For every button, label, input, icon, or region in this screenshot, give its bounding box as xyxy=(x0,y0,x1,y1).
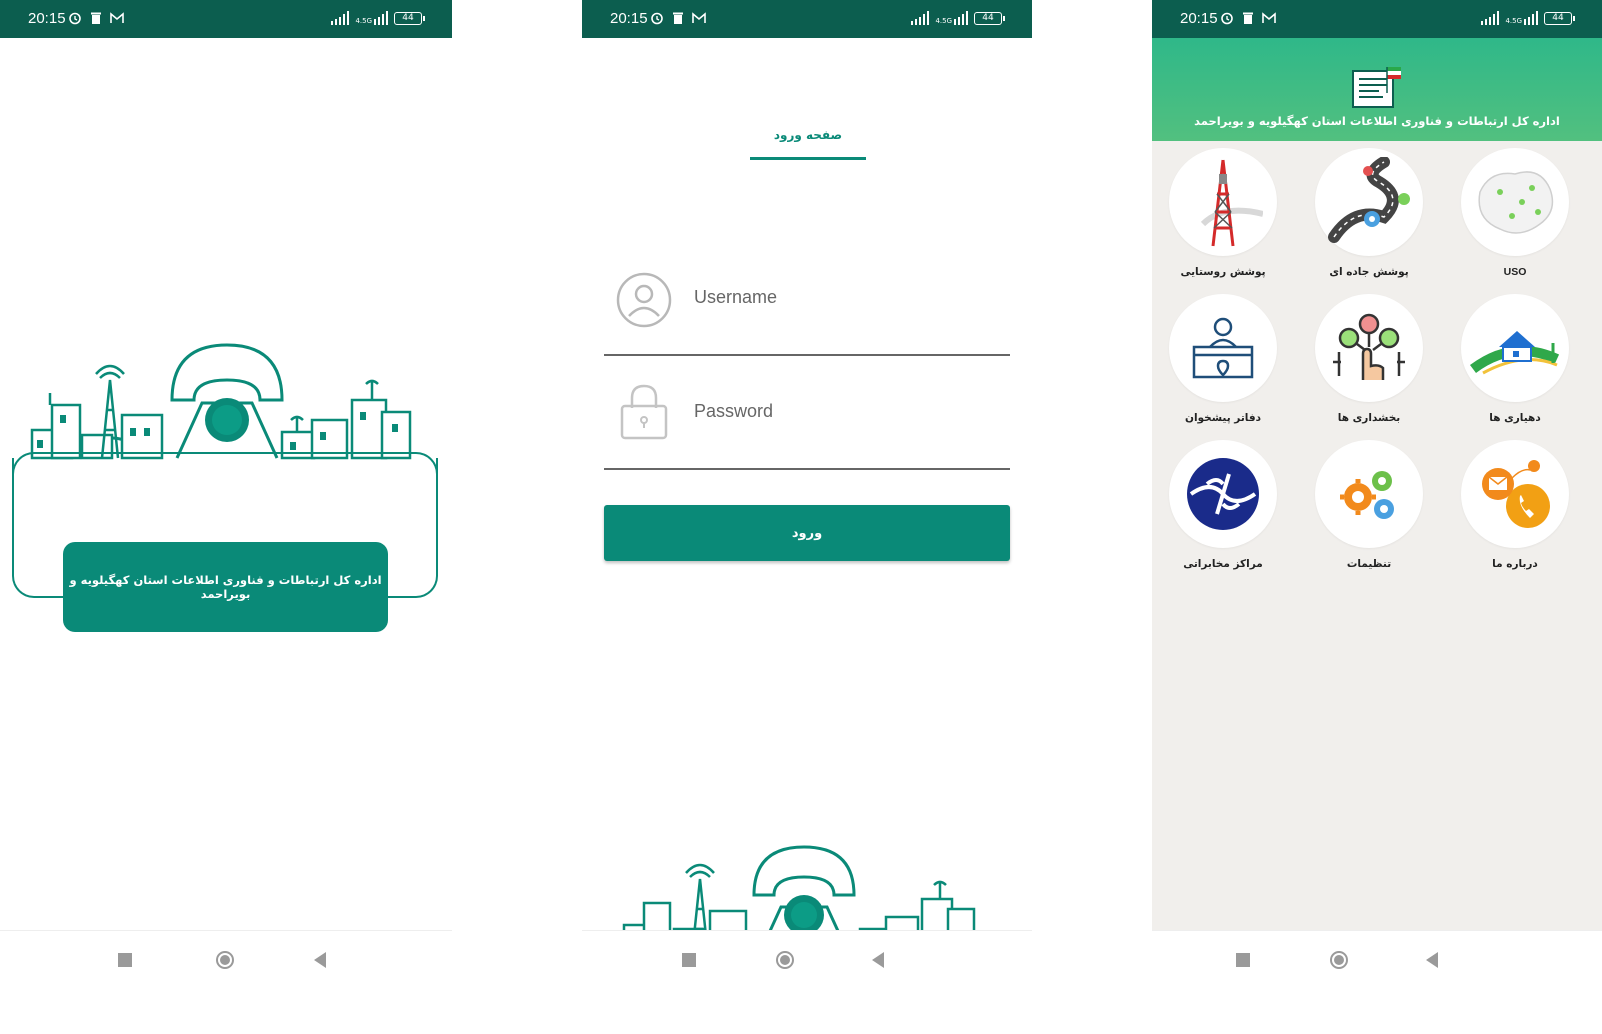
back-button[interactable] xyxy=(872,952,884,968)
notification-icons xyxy=(1220,11,1276,25)
tile-settings[interactable]: تنظیمات xyxy=(1314,440,1424,570)
org-name-banner: اداره کل ارتباطات و فناوری اطلاعات استان… xyxy=(63,542,388,632)
battery-icon: 44 xyxy=(974,12,1005,25)
signal-4g-icon: 4.5G xyxy=(355,11,388,25)
home-button[interactable] xyxy=(776,951,794,969)
tile-label: دهیاری ها xyxy=(1489,412,1541,424)
signal-4g-icon: 4.5G xyxy=(1505,11,1538,25)
gears-icon xyxy=(1340,471,1394,519)
alarm-icon xyxy=(651,12,663,25)
login-button[interactable]: ورود xyxy=(604,505,1010,561)
service-desk-icon xyxy=(1192,317,1254,379)
tab-login[interactable]: صفحه ورود xyxy=(750,128,866,142)
status-bar: 20:15 4.5G 44 xyxy=(1152,0,1602,38)
back-button[interactable] xyxy=(314,952,326,968)
alarm-icon xyxy=(1221,12,1233,25)
tile-districts[interactable]: بخشداری ها xyxy=(1314,294,1424,424)
notification-icons xyxy=(68,11,124,25)
alarm-icon xyxy=(69,12,81,25)
trash-icon xyxy=(91,12,101,24)
notification-icons xyxy=(650,11,706,25)
system-icons: 4.5G 44 xyxy=(1481,11,1575,25)
status-time: 20:15 xyxy=(1180,10,1218,27)
system-icons: 4.5G 44 xyxy=(911,11,1005,25)
road-route-icon xyxy=(1328,157,1410,243)
status-bar: 20:15 4.5G 44 xyxy=(0,0,452,38)
tile-rural-coverage[interactable]: پوشش روستایی xyxy=(1168,148,1278,278)
tile-label: مراکز مخابراتی xyxy=(1183,558,1263,570)
dashboard-title: اداره کل ارتباطات و فناوری اطلاعات استان… xyxy=(1194,114,1560,128)
trash-icon xyxy=(673,12,683,24)
tile-label: USO xyxy=(1503,266,1527,278)
telecom-tower-icon xyxy=(1200,159,1263,247)
battery-icon: 44 xyxy=(394,12,425,25)
signal-icon xyxy=(911,11,930,25)
mail-icon xyxy=(110,12,124,23)
nav-bar xyxy=(582,930,1032,1034)
username-field xyxy=(604,256,1010,356)
recents-button[interactable] xyxy=(682,953,696,967)
map-points-icon xyxy=(1478,171,1554,234)
tile-road-coverage[interactable]: پوشش جاده ای xyxy=(1314,148,1424,278)
username-input[interactable] xyxy=(694,282,994,312)
status-time: 20:15 xyxy=(28,10,66,27)
system-icons: 4.5G 44 xyxy=(331,11,425,25)
home-button[interactable] xyxy=(216,951,234,969)
tile-telecom-centers[interactable]: مراکز مخابراتی xyxy=(1168,440,1278,570)
tile-label: بخشداری ها xyxy=(1337,412,1401,424)
password-field xyxy=(604,370,1010,470)
dashboard-header: اداره کل ارتباطات و فناوری اطلاعات استان… xyxy=(1152,38,1602,141)
nav-bar xyxy=(1152,930,1602,1034)
login-screen: 20:15 4.5G 44 صفحه ورود ورود xyxy=(582,0,1032,1034)
signal-icon xyxy=(1481,11,1500,25)
signal-4g-icon: 4.5G xyxy=(935,11,968,25)
status-time: 20:15 xyxy=(610,10,648,27)
org-logo-icon xyxy=(1352,67,1401,108)
contact-phone-icon xyxy=(1482,460,1550,528)
nav-bar xyxy=(0,930,452,1034)
telecom-logo-icon xyxy=(1187,458,1259,530)
tab-indicator xyxy=(750,157,866,160)
password-input[interactable] xyxy=(694,396,994,426)
lock-icon xyxy=(620,384,668,440)
splash-screen: 20:15 4.5G 44 اداره کل ارتباطات و فناوری… xyxy=(0,0,452,1034)
tile-label: تنظیمات xyxy=(1346,558,1392,570)
mail-icon xyxy=(1262,12,1276,23)
tile-label: درباره ما xyxy=(1492,558,1538,570)
tile-uso[interactable]: USO xyxy=(1460,148,1570,278)
back-button[interactable] xyxy=(1426,952,1438,968)
signal-icon xyxy=(331,11,350,25)
battery-icon: 44 xyxy=(1544,12,1575,25)
status-bar: 20:15 4.5G 44 xyxy=(582,0,1032,38)
tile-about-us[interactable]: درباره ما xyxy=(1460,440,1570,570)
tile-label: پوشش جاده ای xyxy=(1329,266,1409,278)
home-button[interactable] xyxy=(1330,951,1348,969)
mail-icon xyxy=(692,12,706,23)
tile-service-offices[interactable]: دفاتر پیشخوان xyxy=(1168,294,1278,424)
dashboard-screen: 20:15 4.5G 44 اداره کل ارتباطات و فناوری… xyxy=(1152,0,1602,1034)
touch-network-icon xyxy=(1333,313,1405,380)
recents-button[interactable] xyxy=(118,953,132,967)
recents-button[interactable] xyxy=(1236,953,1250,967)
tile-label: پوشش روستایی xyxy=(1180,266,1266,278)
tile-label: دفاتر پیشخوان xyxy=(1185,412,1261,424)
trash-icon xyxy=(1243,12,1253,24)
village-house-icon xyxy=(1470,331,1560,375)
user-icon xyxy=(616,272,672,328)
tile-villages[interactable]: دهیاری ها xyxy=(1460,294,1570,424)
